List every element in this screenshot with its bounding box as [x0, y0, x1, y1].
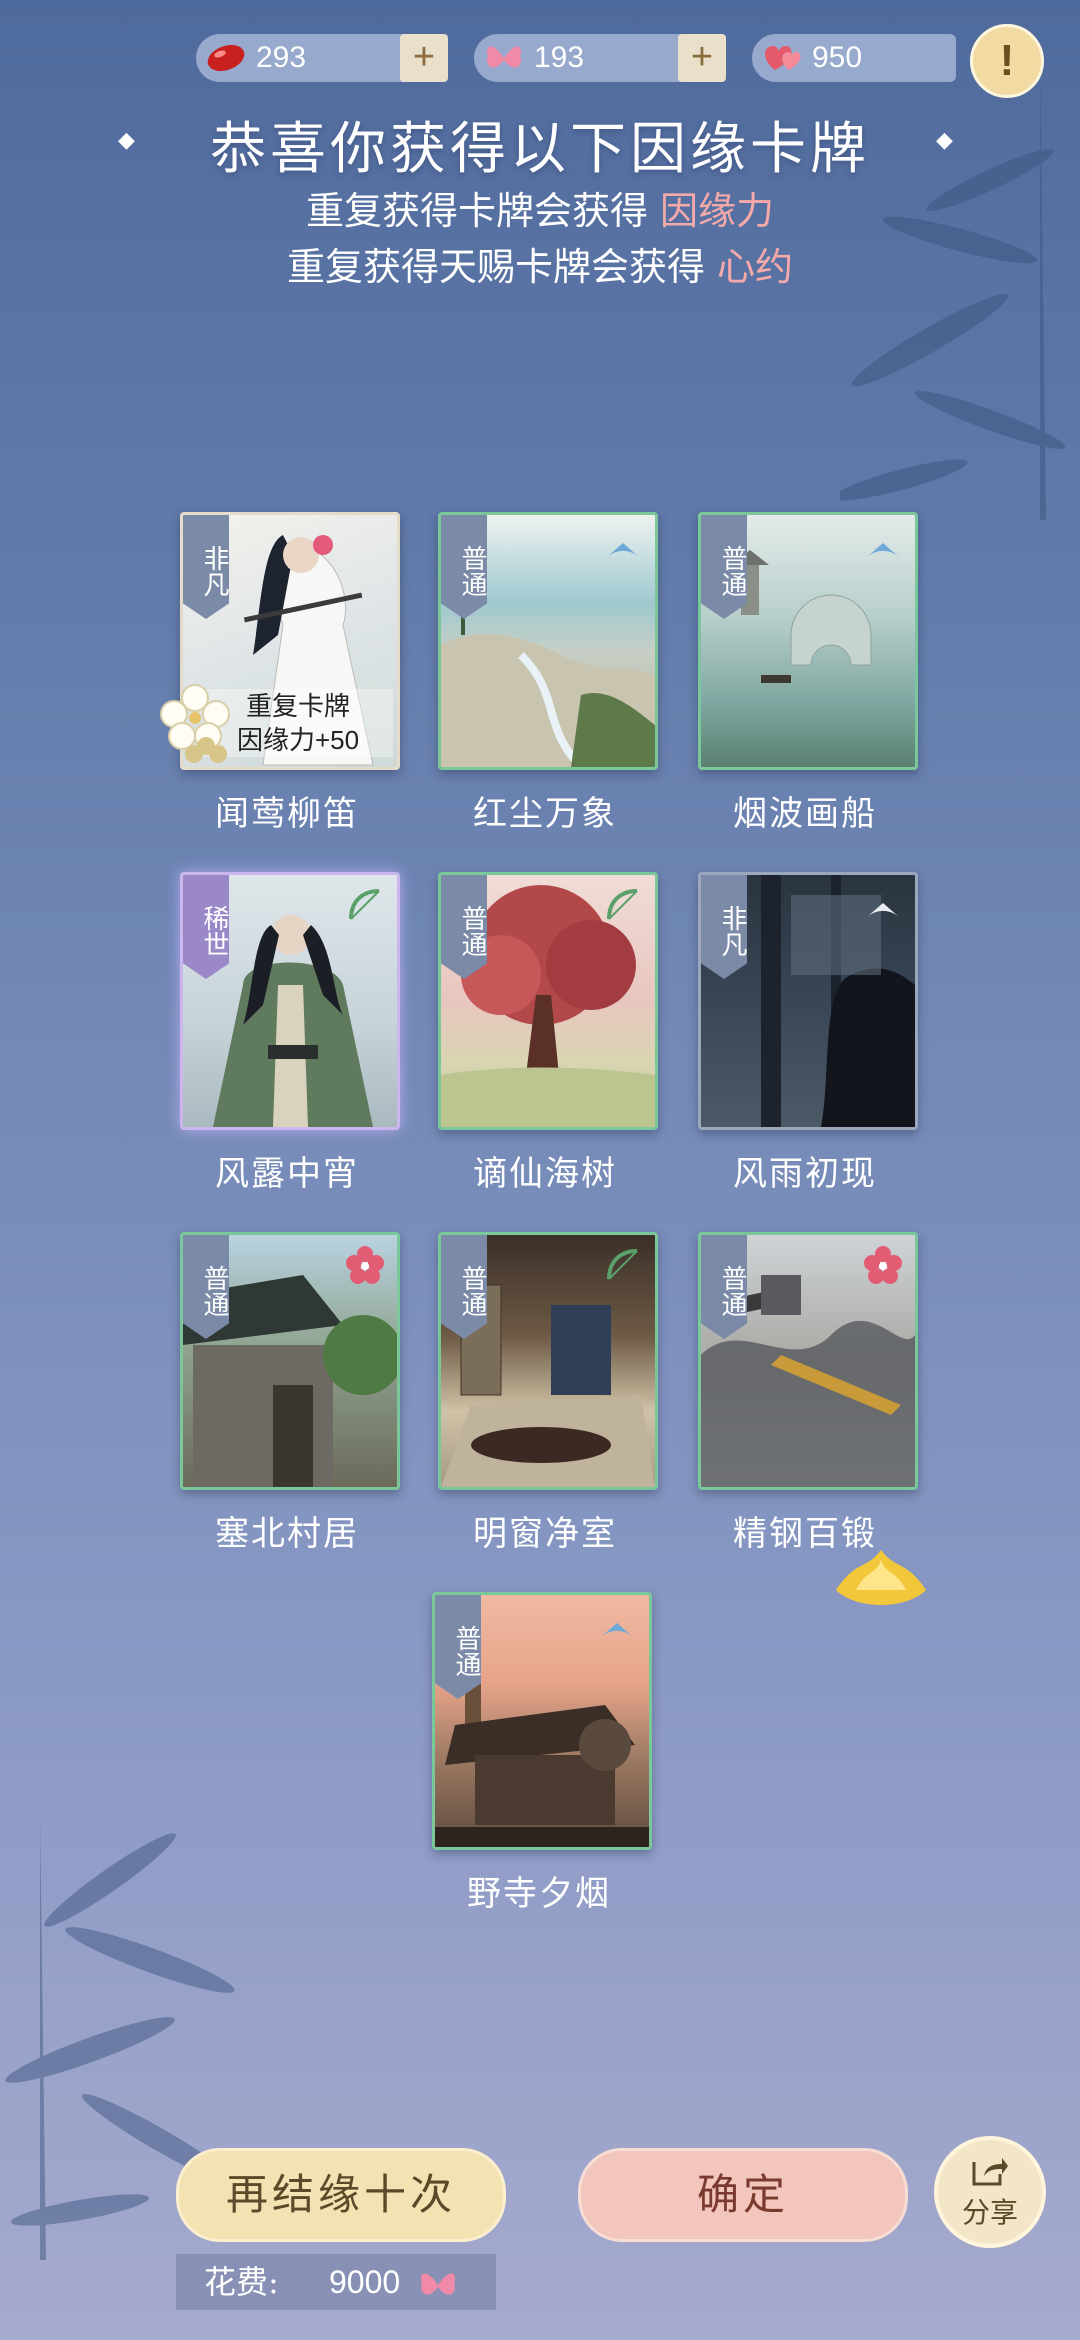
fan-icon — [601, 523, 645, 567]
subtitle-line-1-highlight: 因缘力 — [660, 189, 775, 233]
card-1-name: 闻莺柳笛 — [215, 794, 359, 834]
share-button[interactable]: 分享 — [934, 2136, 1046, 2248]
subtitle-line-2-highlight: 心约 — [717, 245, 794, 289]
currency-jade: 293 + — [196, 34, 448, 82]
card-3-rarity-badge: 普通 — [701, 515, 747, 619]
flower-icon — [160, 684, 230, 763]
card-3-name: 烟波画船 — [733, 794, 877, 834]
subtitle-line-2-text: 重复获得天赐卡牌会获得 — [286, 245, 705, 289]
share-icon — [972, 2158, 1008, 2186]
card-6-rarity-badge: 非凡 — [701, 875, 747, 979]
bow-icon — [601, 883, 645, 927]
card-1-duplicate-note: 重复卡牌 因缘力+50 — [203, 689, 393, 757]
plum-blossom-icon — [861, 1243, 905, 1287]
cost-bar: 花费: 9000 — [176, 2254, 496, 2310]
fan-icon — [595, 1603, 639, 1647]
butterfly-count: 193 — [534, 41, 585, 74]
card-9-rarity-badge: 普通 — [701, 1235, 747, 1339]
card-8-name: 明窗净室 — [473, 1514, 617, 1554]
card-2-name: 红尘万象 — [473, 794, 617, 834]
subtitle-line-2: 重复获得天赐卡牌会获得 心约 — [0, 236, 1080, 291]
jade-count: 293 — [256, 41, 307, 74]
plum-blossom-icon — [343, 1243, 387, 1287]
card-4-name: 风露中宵 — [215, 1154, 359, 1194]
subtitle-line-1: 重复获得卡牌会获得 因缘力 — [0, 180, 1080, 235]
card-6[interactable]: 非凡 — [698, 872, 918, 1130]
cost-value: 9000 — [328, 2264, 401, 2300]
card-7-name: 塞北村居 — [215, 1514, 359, 1554]
bow-icon — [601, 1243, 645, 1287]
card-10[interactable]: 普通 — [432, 1592, 652, 1850]
butterfly-icon — [421, 2272, 456, 2295]
card-8-rarity-badge: 普通 — [441, 1235, 487, 1339]
card-1-duplicate-line1: 重复卡牌 — [245, 691, 350, 721]
butterfly-icon — [480, 34, 528, 82]
bow-icon — [343, 883, 387, 927]
card-2-rarity-badge: 普通 — [441, 515, 487, 619]
card-9[interactable]: 普通 — [698, 1232, 918, 1490]
card-8[interactable]: 普通 — [438, 1232, 658, 1490]
card-5-name: 谪仙海树 — [473, 1154, 617, 1194]
draw-ten-again-button[interactable]: 再结缘十次 — [176, 2148, 506, 2242]
card-7[interactable]: 普通 — [180, 1232, 400, 1490]
card-6-name: 风雨初现 — [733, 1154, 877, 1194]
card-10-name: 野寺夕烟 — [467, 1874, 611, 1914]
card-5[interactable]: 普通 — [438, 872, 658, 1130]
card-4[interactable]: 稀世 — [180, 872, 400, 1130]
jade-icon — [202, 34, 250, 82]
add-butterfly-button[interactable]: + — [678, 34, 726, 82]
cost-label: 花费: — [204, 2263, 279, 2301]
hearts-count: 950 — [812, 41, 863, 74]
card-3[interactable]: 普通 — [698, 512, 918, 770]
diamond-ornament-right: ◆ — [936, 128, 953, 153]
page-title: 恭喜你获得以下因缘卡牌 — [210, 117, 870, 182]
card-5-rarity-badge: 普通 — [441, 875, 487, 979]
add-jade-button[interactable]: + — [400, 34, 448, 82]
card-10-rarity-badge: 普通 — [435, 1595, 481, 1699]
currency-hearts: 950 — [752, 34, 956, 82]
card-1-rarity-badge: 非凡 — [183, 515, 229, 619]
card-4-rarity-badge: 稀世 — [183, 875, 229, 979]
card-2[interactable]: 普通 — [438, 512, 658, 770]
hearts-icon — [758, 34, 806, 82]
subtitle-line-1-text: 重复获得卡牌会获得 — [305, 189, 648, 233]
fan-icon — [861, 523, 905, 567]
currency-butterfly: 193 + — [474, 34, 726, 82]
confirm-button[interactable]: 确定 — [578, 2148, 908, 2242]
share-label: 分享 — [961, 2196, 1018, 2229]
card-1-duplicate-line2: 因缘力+50 — [236, 725, 360, 755]
fan-icon — [861, 883, 905, 927]
card-7-rarity-badge: 普通 — [183, 1235, 229, 1339]
notice-button[interactable]: ! — [970, 24, 1044, 98]
lotus-lantern-icon — [836, 1550, 926, 1605]
